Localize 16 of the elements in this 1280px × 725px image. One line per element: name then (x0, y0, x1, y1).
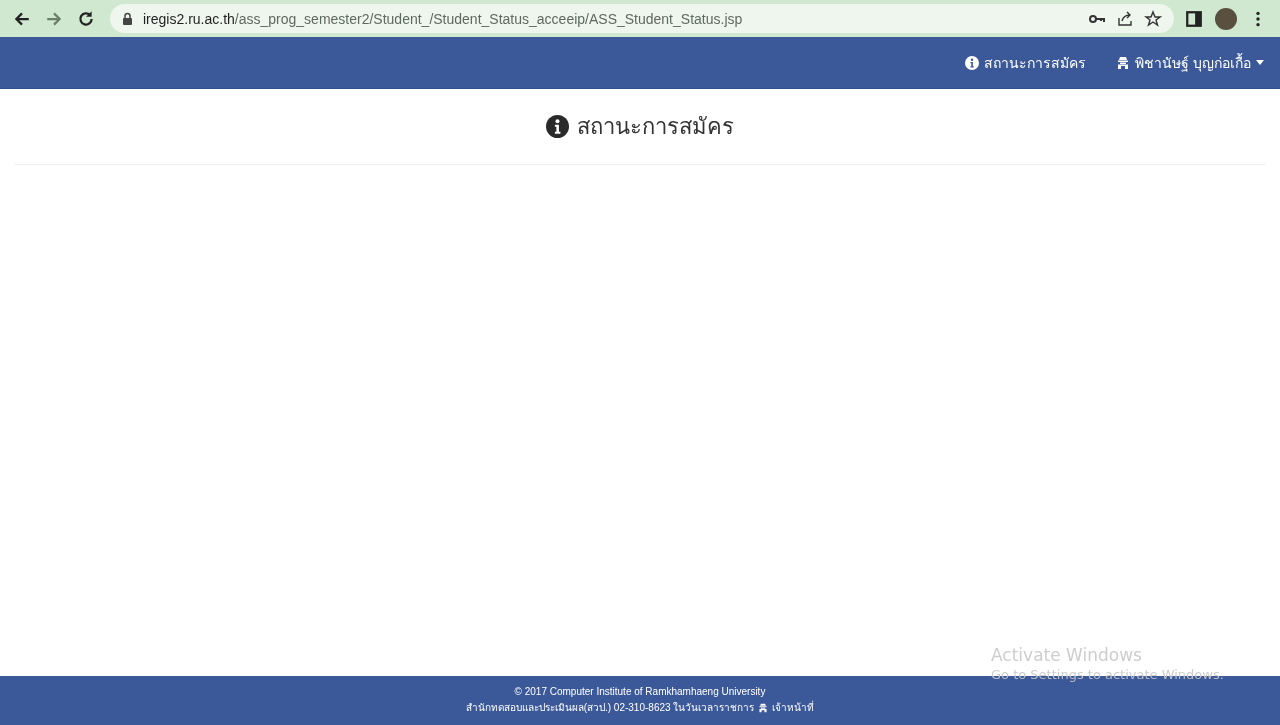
info-icon (546, 115, 569, 138)
reload-icon[interactable] (77, 9, 95, 28)
star-icon[interactable] (1144, 9, 1162, 28)
staff-link[interactable]: เจ้าหน้าที่ (772, 700, 815, 715)
address-bar[interactable]: iregis2.ru.ac.th/ass_prog_semester2/Student_/Student_Status_acceeip/ASS_Student_Status.jsp (110, 4, 1174, 33)
url-text: iregis2.ru.ac.th/ass_prog_semester2/Student_/Student_Status_acceeip/ASS_Student_Status.jsp (143, 10, 744, 27)
copyright-text: © 2017 Computer Institute of Ramkhamhaeng University (514, 686, 766, 697)
side-panel-icon[interactable] (1185, 9, 1203, 28)
contact-text: สำนักทดสอบและประเมินผล(สวป.) 02-310-8623 ในวันเวลาราชการ (465, 701, 755, 715)
nav-link[interactable]: สถานะการสมัคร (964, 51, 1086, 74)
share-icon[interactable] (1116, 9, 1134, 28)
lock-icon (122, 12, 133, 25)
info-icon (964, 55, 979, 70)
page-title: สถานะการสมัคร (577, 113, 734, 141)
avatar[interactable] (1215, 7, 1237, 30)
nav-link[interactable]: พิชานัษฐ์ บุญก่อเกื้อ (1115, 51, 1264, 74)
